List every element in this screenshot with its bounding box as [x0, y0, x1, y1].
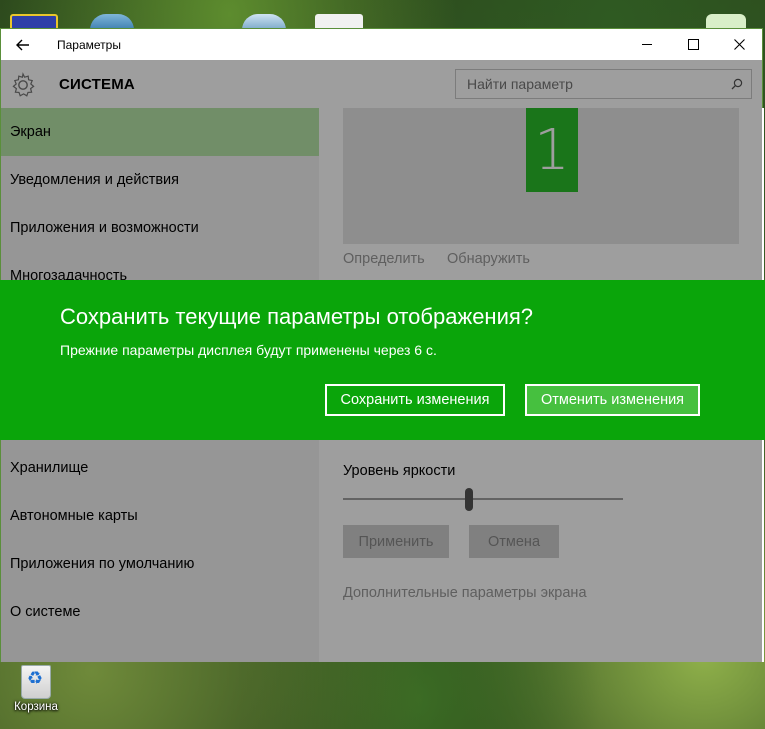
window-title: Параметры: [57, 37, 121, 52]
keep-display-changes-dialog: Сохранить текущие параметры отображения?…: [0, 280, 765, 440]
revert-changes-button[interactable]: Отменить изменения: [525, 384, 700, 416]
maximize-button[interactable]: [670, 29, 716, 60]
arrow-left-icon: [16, 39, 29, 50]
recycle-bin[interactable]: Корзина: [10, 663, 62, 713]
dialog-title: Сохранить текущие параметры отображения?: [60, 304, 534, 329]
maximize-icon: [687, 39, 699, 50]
recycle-bin-icon: [21, 665, 51, 699]
window-controls: [624, 29, 762, 60]
back-button[interactable]: [1, 29, 45, 60]
keep-changes-button[interactable]: Сохранить изменения: [325, 384, 505, 416]
minimize-icon: [641, 44, 652, 45]
recycle-bin-label: Корзина: [14, 701, 58, 713]
close-icon: [733, 39, 745, 50]
close-button[interactable]: [716, 29, 762, 60]
minimize-button[interactable]: [624, 29, 670, 60]
dialog-message: Прежние параметры дисплея будут применен…: [60, 342, 437, 358]
title-bar[interactable]: Параметры: [1, 29, 762, 60]
